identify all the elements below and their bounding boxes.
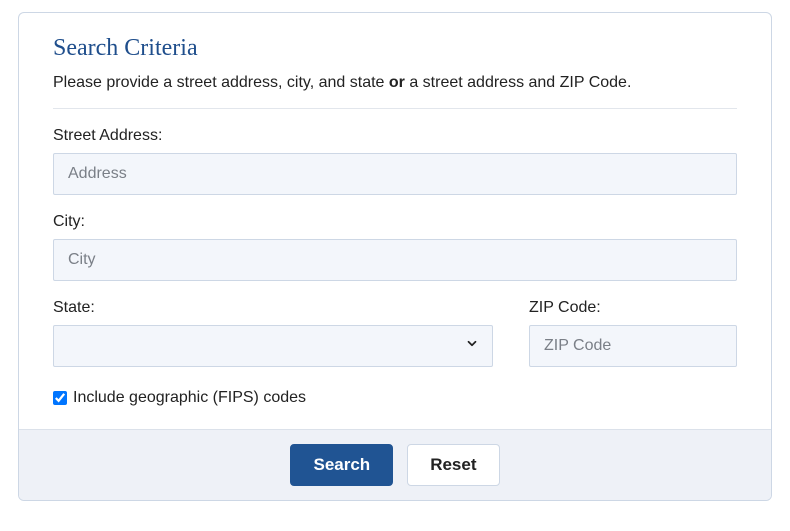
instruction-after: a street address and ZIP Code.	[405, 74, 632, 91]
street-field: Street Address:	[53, 127, 737, 195]
card-title: Search Criteria	[53, 35, 737, 62]
street-input[interactable]	[53, 153, 737, 195]
search-criteria-card: Search Criteria Please provide a street …	[18, 12, 772, 501]
state-select[interactable]	[53, 325, 493, 367]
fips-checkbox[interactable]	[53, 391, 67, 405]
state-label: State:	[53, 299, 493, 317]
state-field: State:	[53, 299, 493, 367]
instruction-before: Please provide a street address, city, a…	[53, 74, 389, 91]
instruction-bold: or	[389, 74, 405, 91]
zip-input[interactable]	[529, 325, 737, 367]
fips-checkbox-row: Include geographic (FIPS) codes	[53, 389, 737, 407]
divider	[53, 108, 737, 109]
city-input[interactable]	[53, 239, 737, 281]
city-field: City:	[53, 213, 737, 281]
zip-field: ZIP Code:	[529, 299, 737, 367]
search-button[interactable]: Search	[290, 444, 393, 486]
street-label: Street Address:	[53, 127, 737, 145]
reset-button[interactable]: Reset	[407, 444, 499, 486]
card-footer: Search Reset	[19, 429, 771, 500]
card-body: Search Criteria Please provide a street …	[19, 13, 771, 429]
fips-checkbox-label: Include geographic (FIPS) codes	[73, 389, 306, 407]
zip-label: ZIP Code:	[529, 299, 737, 317]
city-label: City:	[53, 213, 737, 231]
instruction-text: Please provide a street address, city, a…	[53, 72, 737, 94]
